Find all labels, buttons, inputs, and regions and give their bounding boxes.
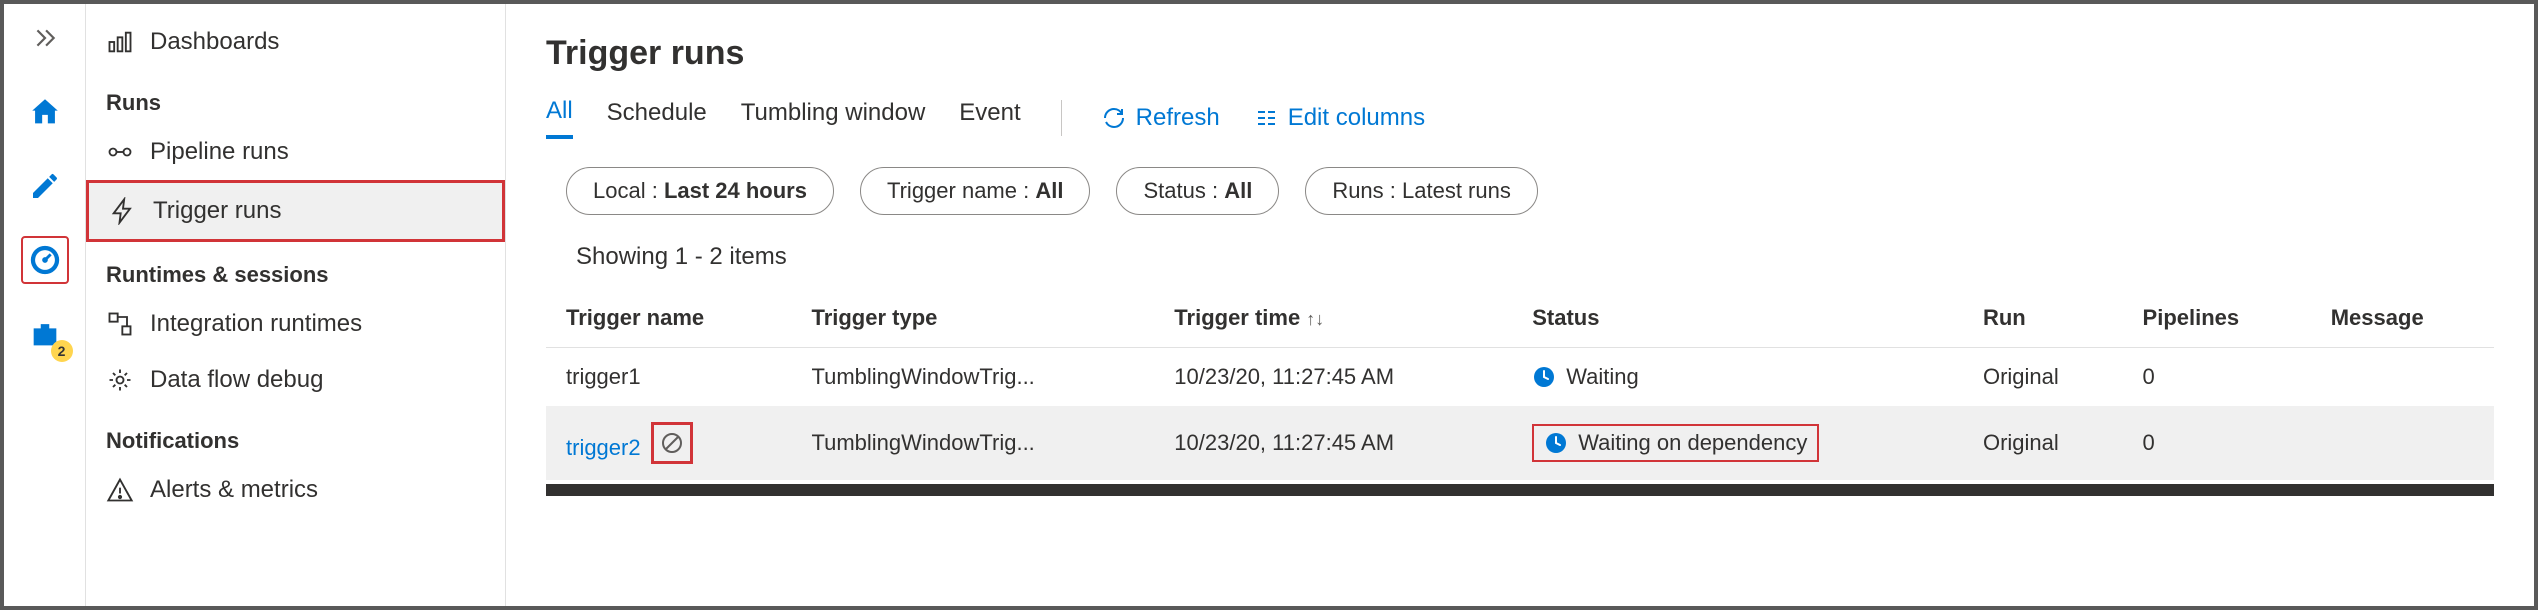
- trigger-runs-table: Trigger name Trigger type Trigger time↑↓…: [546, 289, 2494, 480]
- icon-rail: 2: [4, 4, 86, 606]
- edit-columns-label: Edit columns: [1288, 104, 1425, 132]
- tabs-row: All Schedule Tumbling window Event Refre…: [546, 97, 2494, 139]
- sidebar: Dashboards Runs Pipeline runs Trigger ru…: [86, 4, 506, 606]
- sidebar-item-alerts-metrics[interactable]: Alerts & metrics: [86, 462, 505, 518]
- status-text: Waiting on dependency: [1578, 430, 1807, 456]
- trigger-link[interactable]: trigger2: [566, 435, 641, 460]
- rail-home[interactable]: [21, 88, 69, 136]
- filter-local[interactable]: Local : Last 24 hours: [566, 167, 834, 215]
- waiting-icon: [1544, 431, 1568, 455]
- integration-icon: [106, 310, 134, 338]
- waiting-icon: [1532, 365, 1556, 389]
- table-row[interactable]: trigger2 TumblingWindowTrig... 10/23/20,…: [546, 406, 2494, 480]
- sidebar-item-pipeline-runs[interactable]: Pipeline runs: [86, 124, 505, 180]
- sidebar-item-label: Dashboards: [150, 28, 279, 56]
- sidebar-section-runs: Runs: [86, 70, 505, 124]
- filter-trigger-name[interactable]: Trigger name : All: [860, 167, 1090, 215]
- main-content: Trigger runs All Schedule Tumbling windo…: [506, 4, 2534, 606]
- tab-tumbling-window[interactable]: Tumbling window: [741, 99, 926, 137]
- sidebar-item-integration-runtimes[interactable]: Integration runtimes: [86, 296, 505, 352]
- horizontal-scrollbar[interactable]: [546, 484, 2494, 496]
- tab-schedule[interactable]: Schedule: [607, 99, 707, 137]
- sidebar-item-data-flow-debug[interactable]: Data flow debug: [86, 352, 505, 408]
- col-run[interactable]: Run: [1963, 289, 2123, 348]
- cell-status: Waiting: [1512, 348, 1963, 407]
- refresh-label: Refresh: [1136, 104, 1220, 132]
- status-text: Waiting: [1566, 364, 1639, 390]
- trigger-name-text: trigger1: [566, 364, 641, 389]
- cell-message: [2311, 406, 2494, 480]
- cell-run: Original: [1963, 348, 2123, 407]
- sidebar-item-dashboards[interactable]: Dashboards: [86, 14, 505, 70]
- cell-message: [2311, 348, 2494, 407]
- filter-runs[interactable]: Runs : Latest runs: [1305, 167, 1538, 215]
- table-row[interactable]: trigger1 TumblingWindowTrig... 10/23/20,…: [546, 348, 2494, 407]
- dataflow-icon: [106, 366, 134, 394]
- rail-monitor[interactable]: [21, 236, 69, 284]
- page-title: Trigger runs: [546, 34, 2494, 73]
- cell-pipelines: 0: [2123, 348, 2311, 407]
- monitor-gauge-icon: [28, 243, 62, 277]
- cancel-run-button[interactable]: [651, 422, 693, 464]
- trigger-icon: [109, 197, 137, 225]
- divider: [1061, 100, 1062, 136]
- col-trigger-name[interactable]: Trigger name: [546, 289, 791, 348]
- cell-trigger-name: trigger2: [546, 406, 791, 480]
- pencil-icon: [29, 170, 61, 202]
- cell-status: Waiting on dependency: [1512, 406, 1963, 480]
- sidebar-section-notifications: Notifications: [86, 408, 505, 462]
- cancel-icon: [660, 431, 684, 455]
- refresh-icon: [1102, 106, 1126, 130]
- rail-toolbox[interactable]: 2: [21, 310, 69, 358]
- chevrons-right-icon: [32, 25, 58, 51]
- alerts-icon: [106, 476, 134, 504]
- filters-row: Local : Last 24 hours Trigger name : All…: [546, 167, 2494, 215]
- filter-status[interactable]: Status : All: [1116, 167, 1279, 215]
- sort-icon: ↑↓: [1306, 309, 1324, 329]
- cell-trigger-type: TumblingWindowTrig...: [791, 348, 1154, 407]
- tab-event[interactable]: Event: [959, 99, 1020, 137]
- sidebar-item-label: Trigger runs: [153, 197, 281, 225]
- cell-pipelines: 0: [2123, 406, 2311, 480]
- col-status[interactable]: Status: [1512, 289, 1963, 348]
- refresh-button[interactable]: Refresh: [1102, 104, 1220, 132]
- status-cell: Waiting: [1532, 364, 1943, 390]
- sidebar-section-runtimes: Runtimes & sessions: [86, 242, 505, 296]
- cell-trigger-type: TumblingWindowTrig...: [791, 406, 1154, 480]
- pipeline-icon: [106, 138, 134, 166]
- cell-run: Original: [1963, 406, 2123, 480]
- col-trigger-time[interactable]: Trigger time↑↓: [1154, 289, 1512, 348]
- col-trigger-type[interactable]: Trigger type: [791, 289, 1154, 348]
- tab-all[interactable]: All: [546, 97, 573, 139]
- sidebar-item-label: Alerts & metrics: [150, 476, 318, 504]
- sidebar-item-label: Pipeline runs: [150, 138, 289, 166]
- rail-badge: 2: [51, 340, 73, 362]
- col-pipelines[interactable]: Pipelines: [2123, 289, 2311, 348]
- cell-trigger-time: 10/23/20, 11:27:45 AM: [1154, 348, 1512, 407]
- sidebar-item-label: Integration runtimes: [150, 310, 362, 338]
- dashboards-icon: [106, 28, 134, 56]
- status-highlight: Waiting on dependency: [1532, 424, 1819, 462]
- cell-trigger-name: trigger1: [546, 348, 791, 407]
- rail-edit[interactable]: [21, 162, 69, 210]
- expand-rail-button[interactable]: [21, 14, 69, 62]
- sidebar-item-label: Data flow debug: [150, 366, 323, 394]
- showing-count: Showing 1 - 2 items: [546, 243, 2494, 271]
- cell-trigger-time: 10/23/20, 11:27:45 AM: [1154, 406, 1512, 480]
- edit-columns-button[interactable]: Edit columns: [1254, 104, 1425, 132]
- sidebar-item-trigger-runs[interactable]: Trigger runs: [86, 180, 505, 242]
- col-message[interactable]: Message: [2311, 289, 2494, 348]
- home-icon: [28, 95, 62, 129]
- columns-icon: [1254, 106, 1278, 130]
